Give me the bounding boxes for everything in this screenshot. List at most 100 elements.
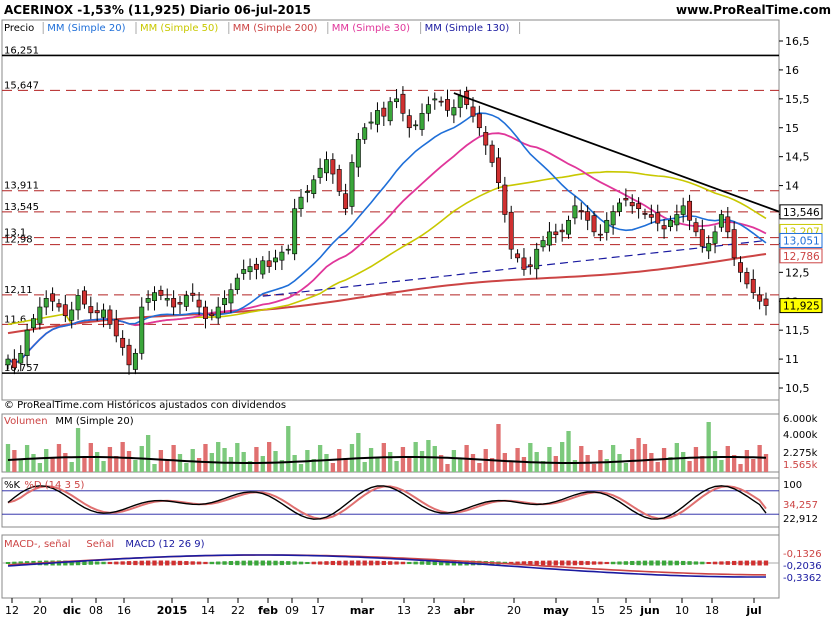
candle: [209, 313, 215, 317]
volume-bar: [388, 452, 393, 472]
macd-hist-bar: [362, 560, 367, 566]
candle: [292, 208, 298, 255]
price-tag: 13,546: [783, 207, 820, 219]
candle: [712, 231, 718, 244]
macd-hist-bar: [158, 560, 164, 566]
candle: [534, 248, 540, 270]
candle: [336, 169, 342, 192]
candle: [483, 132, 489, 146]
candle: [164, 298, 170, 301]
volume-bar: [356, 433, 361, 472]
candle: [113, 319, 119, 337]
macd-hist-bar: [324, 561, 329, 565]
volume-bar: [451, 450, 457, 472]
macd-hist-bar: [286, 561, 291, 565]
volume-bar: [95, 452, 100, 472]
volume-bar: [260, 456, 265, 472]
macd-legend: MACD (12 26 9): [125, 539, 204, 550]
candle: [247, 266, 253, 273]
ma130-line: [262, 239, 767, 297]
candle: [43, 298, 49, 308]
macd-hist-bar: [177, 560, 183, 566]
volume-bar: [604, 459, 609, 472]
macd-hist-bar: [171, 560, 176, 566]
volume-bar: [566, 431, 571, 472]
volume-bar: [330, 463, 336, 472]
volume-bar: [763, 454, 769, 472]
macd-hist-bar: [88, 561, 93, 565]
macd-hist-bar: [649, 560, 654, 566]
candle: [355, 139, 361, 168]
legend-entry: MM (Simple 130): [425, 23, 510, 34]
candle: [285, 248, 291, 251]
candle: [31, 318, 36, 329]
candle: [432, 98, 438, 101]
volume-bar: [458, 459, 463, 472]
volume-bar: [158, 450, 164, 472]
volume-bar: [222, 448, 227, 472]
volume-bar: [687, 461, 692, 472]
volume-bar: [362, 462, 367, 472]
macd-hist-bar: [547, 560, 552, 566]
volume-bar: [426, 440, 431, 472]
macd-hist-bar: [107, 561, 113, 565]
candle: [731, 229, 737, 259]
macd-hist-bar: [630, 560, 635, 566]
volume-bar: [324, 454, 329, 472]
volume-bar: [126, 451, 132, 472]
candle: [387, 101, 393, 122]
macd-hist-bar: [260, 560, 265, 566]
candle: [62, 304, 68, 317]
x-axis-label: 17: [311, 604, 325, 617]
price-axis-label: 15,5: [785, 93, 810, 106]
volume-bar: [235, 443, 240, 472]
candle: [304, 191, 310, 193]
candle: [508, 211, 514, 250]
macd-hist-bar: [566, 560, 571, 566]
macd-hist-bar: [738, 560, 743, 566]
volume-bar: [521, 457, 527, 472]
macd-hist-bar: [744, 560, 750, 566]
candle: [132, 352, 138, 370]
volume-bar: [107, 447, 113, 472]
x-axis-label: 08: [89, 604, 103, 617]
macd-hist-bar: [419, 561, 425, 565]
candle: [636, 203, 642, 210]
volume-bar: [177, 454, 183, 472]
macd-hist-bar: [5, 562, 11, 564]
ma20-line: [7, 112, 767, 365]
volume-bar: [254, 447, 259, 472]
candle: [419, 112, 425, 130]
candle: [515, 253, 521, 259]
candle: [152, 292, 157, 301]
candle: [706, 243, 712, 252]
candle: [750, 278, 756, 293]
candle: [241, 269, 247, 274]
macd-hist-bar: [413, 561, 418, 565]
candle: [655, 212, 661, 224]
candle: [629, 202, 635, 207]
macd-hist-bar: [247, 560, 253, 566]
macd-hist-bar: [394, 561, 399, 565]
macd-panel-frame: [1, 534, 780, 599]
candle: [228, 289, 234, 304]
volume-bar: [63, 453, 68, 472]
candle: [18, 352, 24, 364]
candle: [406, 115, 412, 129]
volume-bar: [719, 460, 724, 472]
macd-hist-bar: [598, 561, 603, 565]
candle: [400, 93, 406, 114]
x-axis-label: 10: [675, 604, 689, 617]
volume-bar: [394, 461, 399, 472]
x-axis-label: 13: [397, 604, 411, 617]
volume-bar: [44, 449, 49, 472]
candle: [540, 240, 546, 248]
macd-hist-bar: [579, 560, 584, 566]
ma30-line: [7, 132, 767, 365]
candle: [145, 298, 151, 303]
volume-bar: [477, 463, 482, 472]
macd-hist-bar: [203, 561, 208, 565]
volume-bar: [317, 445, 323, 472]
macd-tag: -0,2036: [783, 561, 822, 572]
volume-bar: [196, 458, 202, 472]
